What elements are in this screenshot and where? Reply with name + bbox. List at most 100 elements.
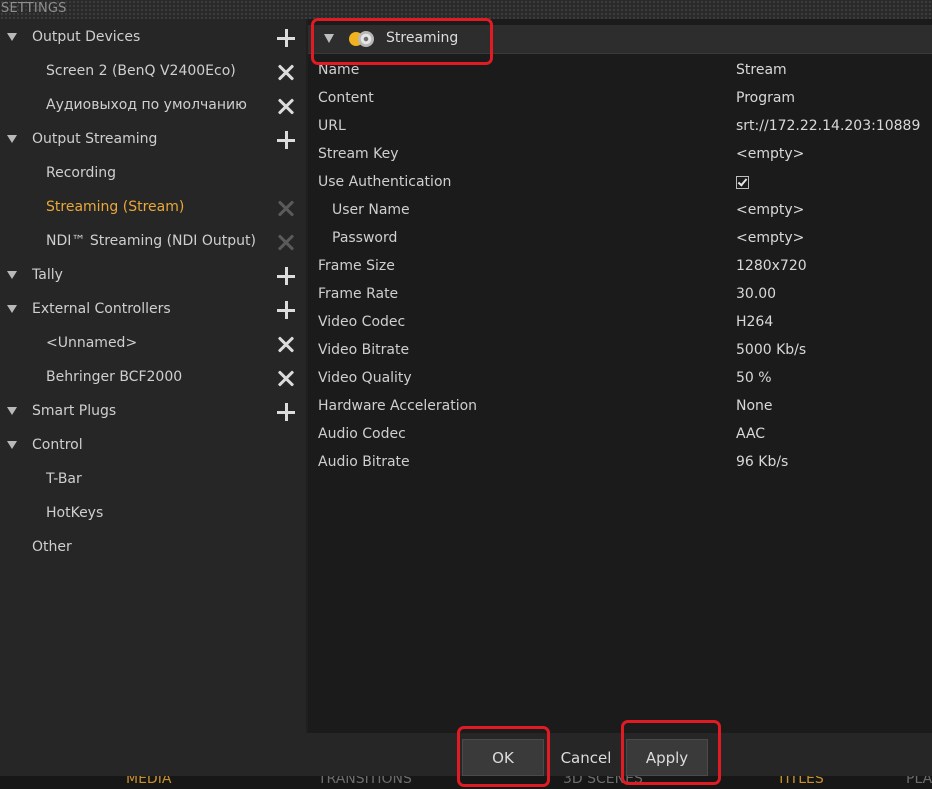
group-title: Streaming [386, 30, 459, 46]
remove-icon[interactable] [275, 333, 297, 355]
tree-item-label: T-Bar [46, 471, 82, 487]
property-name: Audio Codec [318, 426, 406, 442]
tree-item-recording[interactable]: Recording [0, 157, 306, 191]
property-name: Frame Size [318, 258, 395, 274]
property-row-name[interactable]: Name Stream [308, 57, 932, 85]
remove-icon[interactable] [275, 367, 297, 389]
streaming-group-header[interactable]: Streaming [308, 25, 932, 54]
property-row-video-quality[interactable]: Video Quality 50 % [308, 365, 932, 393]
remove-icon[interactable] [275, 61, 297, 83]
property-value[interactable]: Program [736, 90, 795, 106]
ok-button[interactable]: OK [462, 739, 544, 776]
tree-item-hotkeys[interactable]: HotKeys [0, 497, 306, 531]
tree-item-label: <Unnamed> [46, 335, 138, 351]
tree-item-label: Behringer BCF2000 [46, 369, 183, 385]
tree-item-label: Control [32, 437, 83, 453]
tree-item-label: External Controllers [32, 301, 171, 317]
add-icon[interactable] [275, 299, 297, 321]
property-name: Use Authentication [318, 174, 452, 190]
tree-item-label: Other [32, 539, 72, 555]
property-value[interactable]: Stream [736, 62, 787, 78]
expand-arrow-icon[interactable] [5, 438, 19, 452]
property-row-video-codec[interactable]: Video Codec H264 [308, 309, 932, 337]
property-value[interactable]: AAC [736, 426, 765, 442]
tree-item-other[interactable]: Other [0, 531, 306, 565]
add-icon[interactable] [275, 265, 297, 287]
property-name: Content [318, 90, 374, 106]
property-name: Video Bitrate [318, 342, 410, 358]
property-value[interactable]: 30.00 [736, 286, 776, 302]
tree-item-label: NDI™ Streaming (NDI Output) [46, 233, 256, 249]
tab-3d-scenes[interactable]: 3D SCENES [563, 776, 643, 787]
property-row-stream-key[interactable]: Stream Key <empty> [308, 141, 932, 169]
cancel-button[interactable]: Cancel [548, 739, 624, 776]
streaming-disc-icon [349, 31, 375, 47]
property-value[interactable]: 1280x720 [736, 258, 807, 274]
tree-item-output-devices[interactable]: Output Devices [0, 21, 306, 55]
property-value[interactable]: 50 % [736, 370, 772, 386]
property-name: Video Codec [318, 314, 406, 330]
property-value[interactable]: <empty> [736, 146, 804, 162]
tree-item-unnamed[interactable]: <Unnamed> [0, 327, 306, 361]
property-value[interactable]: 5000 Kb/s [736, 342, 806, 358]
window-title: SETTINGS [1, 1, 67, 16]
tree-item-output-streaming[interactable]: Output Streaming [0, 123, 306, 157]
main-tab-bar: MEDIA TRANSITIONS 3D SCENES TITLES PLA [0, 776, 932, 789]
use-authentication-checkbox[interactable] [736, 176, 749, 189]
tree-item-ndi-streaming-ndi-output[interactable]: NDI™ Streaming (NDI Output) [0, 225, 306, 259]
expand-arrow-icon[interactable] [5, 132, 19, 146]
property-row-audio-codec[interactable]: Audio Codec AAC [308, 421, 932, 449]
property-value[interactable]: <empty> [736, 230, 804, 246]
tab-transitions[interactable]: TRANSITIONS [318, 776, 412, 787]
tree-item-label: Smart Plugs [32, 403, 117, 419]
tree-item-label: Output Streaming [32, 131, 158, 147]
tree-item-control[interactable]: Control [0, 429, 306, 463]
tree-item-streaming-stream[interactable]: Streaming (Stream) [0, 191, 306, 225]
tree-item-label: Recording [46, 165, 117, 181]
apply-button[interactable]: Apply [626, 739, 708, 776]
property-name: URL [318, 118, 346, 134]
tree-item-label: Screen 2 (BenQ V2400Eco) [46, 63, 236, 79]
add-icon[interactable] [275, 27, 297, 49]
expand-arrow-icon[interactable] [5, 268, 19, 282]
add-icon[interactable] [275, 129, 297, 151]
property-row-frame-size[interactable]: Frame Size 1280x720 [308, 253, 932, 281]
tab-playlist[interactable]: PLA [906, 776, 932, 787]
property-value[interactable]: 96 Kb/s [736, 454, 788, 470]
tree-item-external-controllers[interactable]: External Controllers [0, 293, 306, 327]
property-row-audio-bitrate[interactable]: Audio Bitrate 96 Kb/s [308, 449, 932, 477]
property-row-frame-rate[interactable]: Frame Rate 30.00 [308, 281, 932, 309]
expand-arrow-icon[interactable] [5, 30, 19, 44]
remove-icon[interactable] [275, 95, 297, 117]
tree-item-label: Аудиовыход по умолчанию [46, 97, 247, 113]
property-row-url[interactable]: URL srt://172.22.14.203:10889 [308, 113, 932, 141]
property-name: Hardware Acceleration [318, 398, 478, 414]
expand-arrow-icon[interactable] [5, 404, 19, 418]
property-value[interactable]: None [736, 398, 773, 414]
add-icon[interactable] [275, 401, 297, 423]
property-name: User Name [332, 202, 410, 218]
property-row-use-authentication[interactable]: Use Authentication [308, 169, 932, 197]
property-value[interactable]: <empty> [736, 202, 804, 218]
expand-arrow-icon[interactable] [5, 302, 19, 316]
property-row-user-name[interactable]: User Name <empty> [308, 197, 932, 225]
property-value[interactable]: H264 [736, 314, 773, 330]
tree-item-item[interactable]: Аудиовыход по умолчанию [0, 89, 306, 123]
property-row-content[interactable]: Content Program [308, 85, 932, 113]
tree-item-behringer-bcf2000[interactable]: Behringer BCF2000 [0, 361, 306, 395]
tree-item-screen-2-benq-v2400eco[interactable]: Screen 2 (BenQ V2400Eco) [0, 55, 306, 89]
property-row-video-bitrate[interactable]: Video Bitrate 5000 Kb/s [308, 337, 932, 365]
tab-titles[interactable]: TITLES [777, 776, 824, 787]
tree-item-tally[interactable]: Tally [0, 259, 306, 293]
tree-item-smart-plugs[interactable]: Smart Plugs [0, 395, 306, 429]
property-row-hardware-acceleration[interactable]: Hardware Acceleration None [308, 393, 932, 421]
property-row-password[interactable]: Password <empty> [308, 225, 932, 253]
settings-window: SETTINGS Output Devices Screen 2 (BenQ V2… [0, 0, 932, 789]
property-name: Password [332, 230, 398, 246]
tree-item-label: Output Devices [32, 29, 141, 45]
property-name: Audio Bitrate [318, 454, 410, 470]
collapse-arrow-icon[interactable] [324, 34, 334, 43]
tree-item-t-bar[interactable]: T-Bar [0, 463, 306, 497]
property-value[interactable]: srt://172.22.14.203:10889 [736, 118, 920, 134]
tab-media[interactable]: MEDIA [126, 776, 171, 787]
